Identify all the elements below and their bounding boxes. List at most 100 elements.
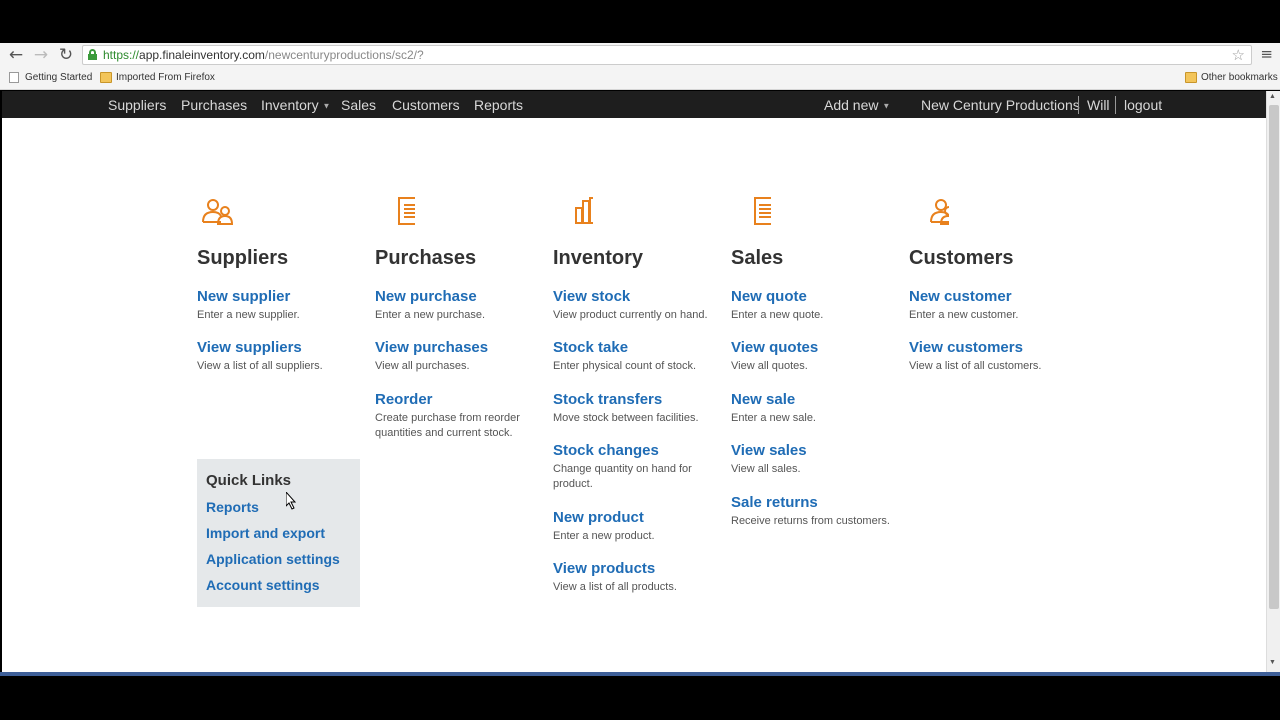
link-view-purchases[interactable]: View purchases View all purchases. bbox=[375, 339, 555, 374]
caret-down-icon: ▼ bbox=[882, 101, 891, 111]
link-reorder[interactable]: Reorder Create purchase from reorder qua… bbox=[375, 391, 535, 441]
section-title: Customers bbox=[909, 247, 1014, 269]
section-title: Purchases bbox=[375, 247, 477, 269]
nav-inventory[interactable]: Inventory ▼ bbox=[261, 97, 330, 114]
quick-link-import-export[interactable]: Import and export bbox=[206, 524, 351, 542]
bookmark-star-icon[interactable]: ☆ bbox=[1232, 46, 1245, 64]
logout-link[interactable]: logout bbox=[1124, 97, 1162, 113]
nav-sales[interactable]: Sales bbox=[341, 97, 376, 113]
link-title[interactable]: View purchases bbox=[375, 339, 555, 357]
link-description: Change quantity on hand for product. bbox=[553, 463, 692, 490]
link-new-sale[interactable]: New sale Enter a new sale. bbox=[731, 391, 911, 426]
bookmark-getting-started[interactable]: Getting Started bbox=[9, 72, 92, 86]
link-view-quotes[interactable]: View quotes View all quotes. bbox=[731, 339, 911, 374]
link-sale-returns[interactable]: Sale returns Receive returns from custom… bbox=[731, 494, 911, 529]
link-new-purchase[interactable]: New purchase Enter a new purchase. bbox=[375, 288, 555, 323]
link-description: Enter a new purchase. bbox=[375, 309, 486, 321]
link-description: View product currently on hand. bbox=[553, 309, 708, 321]
link-description: Enter a new product. bbox=[553, 530, 655, 542]
divider bbox=[1078, 96, 1079, 114]
link-title[interactable]: Stock changes bbox=[553, 442, 713, 460]
link-description: Enter a new quote. bbox=[731, 309, 824, 321]
url-host: app.finaleinventory.com bbox=[139, 48, 265, 62]
nav-customers[interactable]: Customers bbox=[392, 97, 460, 113]
people-icon bbox=[930, 199, 949, 225]
people-icon bbox=[202, 199, 234, 225]
link-stock-transfers[interactable]: Stock transfers Move stock between facil… bbox=[553, 391, 733, 426]
back-icon[interactable]: ← bbox=[6, 45, 26, 65]
link-title[interactable]: Stock transfers bbox=[553, 391, 733, 409]
add-new-menu[interactable]: Add new ▼ bbox=[824, 97, 890, 114]
link-title[interactable]: Sale returns bbox=[731, 494, 911, 512]
document-icon bbox=[398, 197, 415, 225]
link-description: Enter a new customer. bbox=[909, 309, 1019, 321]
link-description: View all sales. bbox=[731, 463, 801, 475]
window-bottom-border bbox=[0, 672, 1280, 676]
link-title[interactable]: View suppliers bbox=[197, 339, 377, 357]
nav-purchases[interactable]: Purchases bbox=[181, 97, 247, 113]
link-title[interactable]: Stock take bbox=[553, 339, 733, 357]
folder-icon bbox=[1185, 72, 1197, 83]
quick-link-account-settings[interactable]: Account settings bbox=[206, 576, 351, 594]
link-title[interactable]: Reorder bbox=[375, 391, 535, 409]
link-title[interactable]: New quote bbox=[731, 288, 911, 306]
bookmarks-bar: Getting Started Imported From Firefox Ot… bbox=[0, 67, 1280, 90]
link-title[interactable]: New supplier bbox=[197, 288, 377, 306]
app-navbar: Suppliers Purchases Inventory ▼ Sales Cu… bbox=[2, 91, 1266, 118]
company-name[interactable]: New Century Productions bbox=[921, 97, 1080, 113]
link-view-products[interactable]: View products View a list of all product… bbox=[553, 560, 733, 595]
quick-links-title: Quick Links bbox=[206, 472, 292, 489]
link-title[interactable]: View quotes bbox=[731, 339, 911, 357]
link-stock-changes[interactable]: Stock changes Change quantity on hand fo… bbox=[553, 442, 713, 492]
page-scrollbar[interactable]: ▲ ▼ bbox=[1266, 91, 1280, 672]
user-name[interactable]: Will bbox=[1087, 97, 1110, 113]
link-description: Enter physical count of stock. bbox=[553, 360, 697, 372]
address-bar[interactable]: https://app.finaleinventory.com/newcentu… bbox=[82, 45, 1252, 65]
link-title[interactable]: New customer bbox=[909, 288, 1089, 306]
bookmark-label: Imported From Firefox bbox=[116, 72, 215, 83]
link-new-quote[interactable]: New quote Enter a new quote. bbox=[731, 288, 911, 323]
url-scheme: https:// bbox=[103, 48, 140, 62]
link-view-sales[interactable]: View sales View all sales. bbox=[731, 442, 911, 477]
reload-icon[interactable]: ↻ bbox=[56, 45, 76, 65]
folder-icon bbox=[100, 72, 112, 83]
link-stock-take[interactable]: Stock take Enter physical count of stock… bbox=[553, 339, 733, 374]
link-description: View a list of all products. bbox=[553, 581, 677, 593]
nav-reports[interactable]: Reports bbox=[474, 97, 523, 113]
link-title[interactable]: New product bbox=[553, 509, 733, 527]
link-view-suppliers[interactable]: View suppliers View a list of all suppli… bbox=[197, 339, 377, 374]
quick-link-reports[interactable]: Reports bbox=[206, 498, 351, 516]
link-title[interactable]: View products bbox=[553, 560, 733, 578]
link-view-stock[interactable]: View stock View product currently on han… bbox=[553, 288, 733, 323]
bookmark-label: Getting Started bbox=[25, 72, 93, 83]
link-description: View all purchases. bbox=[375, 360, 470, 372]
nav-suppliers[interactable]: Suppliers bbox=[108, 97, 166, 113]
link-description: Move stock between facilities. bbox=[553, 412, 699, 424]
lock-icon bbox=[88, 49, 97, 60]
divider bbox=[1115, 96, 1116, 114]
document-icon bbox=[754, 197, 771, 225]
browser-menu-icon[interactable]: ≡ bbox=[1260, 45, 1273, 63]
other-bookmarks[interactable]: Other bookmarks bbox=[1185, 72, 1278, 86]
bookmark-imported-from-firefox[interactable]: Imported From Firefox bbox=[100, 72, 215, 86]
link-new-supplier[interactable]: New supplier Enter a new supplier. bbox=[197, 288, 377, 323]
link-title[interactable]: View sales bbox=[731, 442, 911, 460]
scroll-thumb[interactable] bbox=[1269, 105, 1279, 609]
bar-chart-icon bbox=[575, 197, 593, 224]
link-view-customers[interactable]: View customers View a list of all custom… bbox=[909, 339, 1089, 374]
link-title[interactable]: New sale bbox=[731, 391, 911, 409]
quick-link-application-settings[interactable]: Application settings bbox=[206, 550, 351, 568]
link-new-product[interactable]: New product Enter a new product. bbox=[553, 509, 733, 544]
forward-icon[interactable]: → bbox=[31, 45, 51, 65]
screen: ← → ↻ https://app.finaleinventory.com/ne… bbox=[0, 0, 1280, 720]
caret-down-icon: ▼ bbox=[322, 101, 331, 111]
scroll-down-icon[interactable]: ▼ bbox=[1269, 659, 1276, 666]
link-description: View all quotes. bbox=[731, 360, 808, 372]
link-title[interactable]: New purchase bbox=[375, 288, 555, 306]
nav-inventory-label: Inventory bbox=[261, 97, 319, 113]
link-title[interactable]: View customers bbox=[909, 339, 1089, 357]
scroll-up-icon[interactable]: ▲ bbox=[1269, 93, 1276, 100]
link-title[interactable]: View stock bbox=[553, 288, 733, 306]
link-new-customer[interactable]: New customer Enter a new customer. bbox=[909, 288, 1089, 323]
section-title: Inventory bbox=[553, 247, 644, 269]
